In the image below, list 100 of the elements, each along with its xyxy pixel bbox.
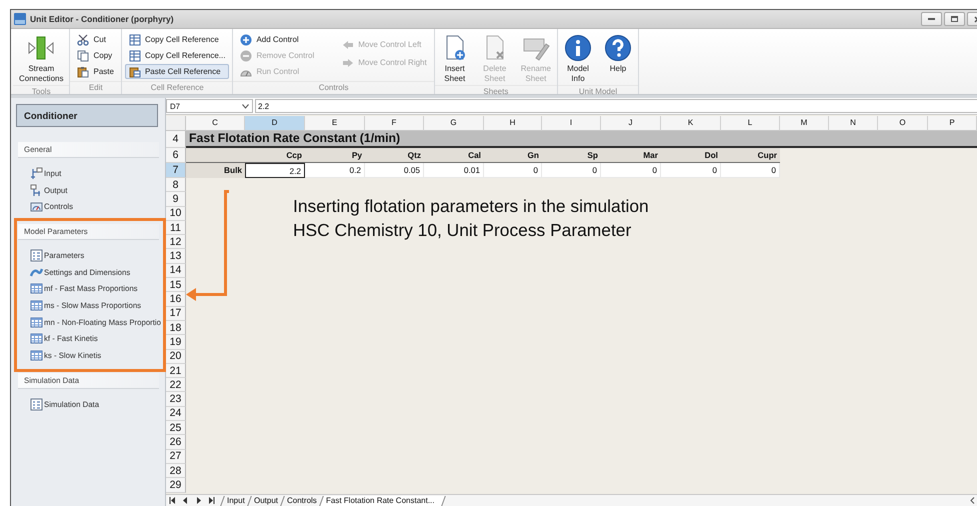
table-cell[interactable]: 0 xyxy=(542,163,601,178)
column-header[interactable]: E xyxy=(305,116,365,131)
wave-icon xyxy=(30,266,43,279)
table-header: Dol xyxy=(661,148,721,163)
ribbon-button[interactable]: Help xyxy=(600,32,635,76)
column-header[interactable]: L xyxy=(721,116,780,131)
ribbon-button[interactable]: Stream Connections xyxy=(16,32,66,85)
app-icon xyxy=(14,13,26,25)
column-header[interactable]: P xyxy=(928,116,977,131)
row-header[interactable]: 13 xyxy=(166,249,186,264)
minimize-button[interactable] xyxy=(921,12,942,26)
ribbon-command[interactable]: Copy Cell Reference... xyxy=(124,48,230,63)
sheet-tab[interactable]: Input xyxy=(220,496,251,506)
column-header[interactable]: C xyxy=(186,116,245,131)
ribbon-command[interactable]: Paste Cell Reference xyxy=(124,64,230,79)
formula-field[interactable]: 2.2 xyxy=(255,99,977,113)
table-icon xyxy=(128,34,141,46)
row-header[interactable]: 14 xyxy=(166,264,186,278)
output-icon xyxy=(30,184,43,197)
last-icon xyxy=(208,497,215,504)
group-label: Controls xyxy=(233,81,434,94)
row-header[interactable]: 15 xyxy=(166,278,186,292)
table-icon xyxy=(30,282,43,296)
row-header[interactable]: 17 xyxy=(166,306,186,321)
row-header[interactable]: 9 xyxy=(166,192,186,207)
row-header[interactable]: 8 xyxy=(166,178,186,192)
row-header[interactable]: 7 xyxy=(166,163,186,178)
row-header[interactable]: 6 xyxy=(166,148,186,163)
column-header[interactable]: N xyxy=(829,116,878,131)
ribbon-button[interactable]: Model Info xyxy=(560,32,595,85)
caption: Inserting flotation parameters in the simulation HSC Chemistry 10, Unit Process Parameter xyxy=(293,195,649,242)
table-cell[interactable]: 0 xyxy=(721,163,780,178)
table-icon xyxy=(30,332,43,346)
table-icon xyxy=(30,348,43,362)
ribbon-command[interactable]: Cut xyxy=(73,32,118,47)
clipboard-icon xyxy=(128,66,141,78)
previous-icon xyxy=(182,497,189,504)
table-cell[interactable]: 0 xyxy=(661,163,721,178)
ribbon-command[interactable]: Paste xyxy=(73,64,118,79)
panel-header: Conditioner xyxy=(16,104,158,127)
table-icon xyxy=(30,316,43,329)
row-header[interactable]: 26 xyxy=(166,435,186,450)
table-cell[interactable]: 2.2 xyxy=(245,163,305,178)
row-header[interactable]: 18 xyxy=(166,320,186,336)
ribbon-command[interactable]: Add Control xyxy=(236,32,318,47)
row-header[interactable]: 23 xyxy=(166,392,186,407)
table-cell[interactable]: 0 xyxy=(601,163,661,178)
row-header[interactable]: 25 xyxy=(166,421,186,436)
list-icon xyxy=(30,398,43,411)
group-label: Cell Reference xyxy=(122,81,232,94)
row-header[interactable]: 21 xyxy=(166,364,186,378)
row-header[interactable]: 11 xyxy=(166,220,186,236)
column-header[interactable]: I xyxy=(542,116,601,131)
table-header: Sp xyxy=(542,148,601,163)
arrow-right-icon xyxy=(342,56,354,68)
row-header[interactable]: 28 xyxy=(166,464,186,478)
row-header[interactable]: 29 xyxy=(166,478,186,493)
minimize-icon xyxy=(928,18,935,20)
next-icon xyxy=(195,497,202,504)
maximize-icon xyxy=(951,16,958,22)
row-header[interactable]: 22 xyxy=(166,378,186,392)
table-header: Qtz xyxy=(365,148,424,163)
row-label: Bulk xyxy=(186,163,245,178)
table-cell[interactable]: 0.01 xyxy=(424,163,484,178)
ribbon-command[interactable]: Copy Cell Reference xyxy=(124,32,230,47)
caret-icon xyxy=(242,104,249,108)
list-icon xyxy=(30,249,43,262)
arrow-left-icon xyxy=(342,38,354,50)
row-header[interactable]: 16 xyxy=(166,292,186,307)
sheet-tab[interactable]: Fast Flotation Rate Constant... xyxy=(318,496,445,506)
column-header[interactable]: F xyxy=(365,116,424,131)
ribbon-button[interactable]: Insert Sheet xyxy=(438,32,472,85)
row-header[interactable]: 4 xyxy=(166,131,186,148)
column-header[interactable]: D xyxy=(245,116,305,131)
column-header[interactable]: G xyxy=(424,116,484,131)
table-cell[interactable]: 0 xyxy=(484,163,542,178)
row-header[interactable]: 27 xyxy=(166,450,186,464)
row-header[interactable]: 12 xyxy=(166,235,186,250)
table-cell[interactable]: 0.2 xyxy=(305,163,365,178)
row-header[interactable]: 20 xyxy=(166,350,186,364)
table-cell[interactable]: 0.05 xyxy=(365,163,424,178)
row-header[interactable]: 10 xyxy=(166,206,186,221)
ribbon-command[interactable]: Copy xyxy=(73,48,118,63)
row-header[interactable]: 19 xyxy=(166,335,186,350)
table-header: Py xyxy=(305,148,365,163)
sheet-tab[interactable]: Output xyxy=(246,496,284,506)
scissors-icon xyxy=(77,34,90,46)
table-header: Cupr xyxy=(721,148,780,163)
column-header[interactable]: J xyxy=(601,116,661,131)
scroll-left-icon xyxy=(970,497,975,504)
row-header[interactable]: 24 xyxy=(166,406,186,422)
maximize-button[interactable] xyxy=(944,12,965,26)
group-label: Edit xyxy=(70,81,121,94)
column-header[interactable]: M xyxy=(780,116,829,131)
window-title: Unit Editor - Conditioner (porphyry) xyxy=(30,14,175,24)
column-header[interactable]: O xyxy=(878,116,928,131)
column-header[interactable]: H xyxy=(484,116,542,131)
copy-icon xyxy=(77,50,90,62)
input-icon xyxy=(30,167,43,180)
column-header[interactable]: K xyxy=(661,116,721,131)
